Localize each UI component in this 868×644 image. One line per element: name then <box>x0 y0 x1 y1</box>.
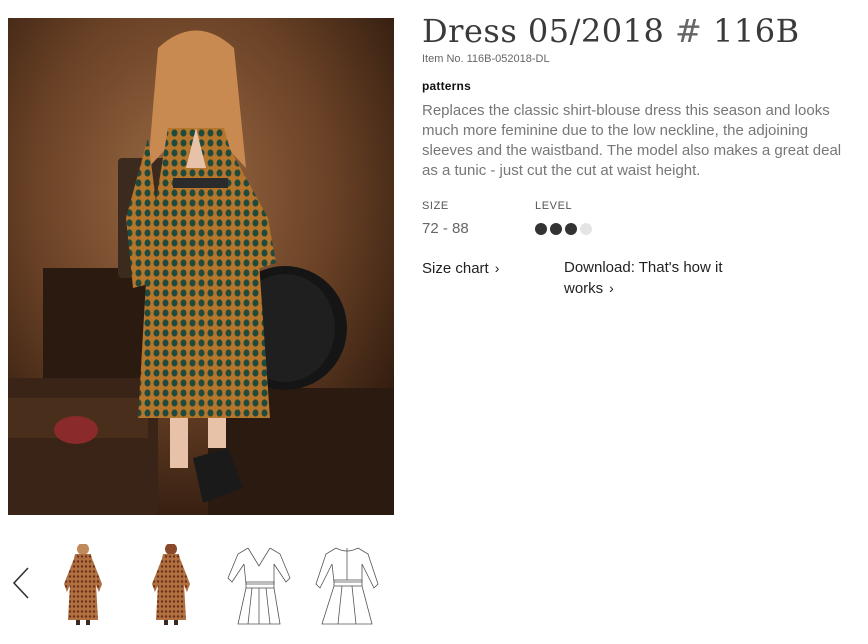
level-dot-filled <box>565 223 577 235</box>
level-dot-filled <box>535 223 547 235</box>
thumbnail-photo-front[interactable] <box>48 543 118 626</box>
product-info: Dress 05/2018 # 116B Item No. 116B-05201… <box>422 10 852 297</box>
size-chart-link[interactable]: Size chart › <box>422 258 499 279</box>
chevron-right-icon: › <box>494 260 500 276</box>
size-chart-label: Size chart <box>422 260 489 277</box>
download-label: Download: That's how it works <box>564 259 723 297</box>
download-link[interactable]: Download: That's how it works › <box>564 258 764 299</box>
product-title-text: Dress 05/2018 <box>422 12 665 50</box>
chevron-left-icon[interactable] <box>10 566 34 600</box>
level-indicator <box>535 223 592 235</box>
thumbnail-sketch-front[interactable] <box>224 544 294 626</box>
chevron-right-icon: › <box>609 280 614 296</box>
size-spec: SIZE 72 - 88 <box>422 200 469 237</box>
level-spec: LEVEL <box>535 200 592 235</box>
size-label: SIZE <box>422 200 449 212</box>
level-dot-empty <box>580 223 592 235</box>
hash-symbol: # <box>675 12 703 50</box>
product-description: Replaces the classic shirt-blouse dress … <box>422 102 842 179</box>
level-label: LEVEL <box>535 200 573 212</box>
product-code: 116B <box>713 12 800 50</box>
level-dot-filled <box>550 223 562 235</box>
product-main-image[interactable] <box>8 18 394 515</box>
product-title: Dress 05/2018 # 116B <box>422 10 852 52</box>
thumbnail-sketch-back[interactable] <box>312 544 382 626</box>
size-value: 72 - 88 <box>422 220 469 237</box>
item-number: Item No. 116B-052018-DL <box>422 53 550 65</box>
thumbnail-photo-back[interactable] <box>136 543 206 626</box>
category-label[interactable]: patterns <box>422 79 852 93</box>
thumbnail-strip <box>0 536 400 636</box>
